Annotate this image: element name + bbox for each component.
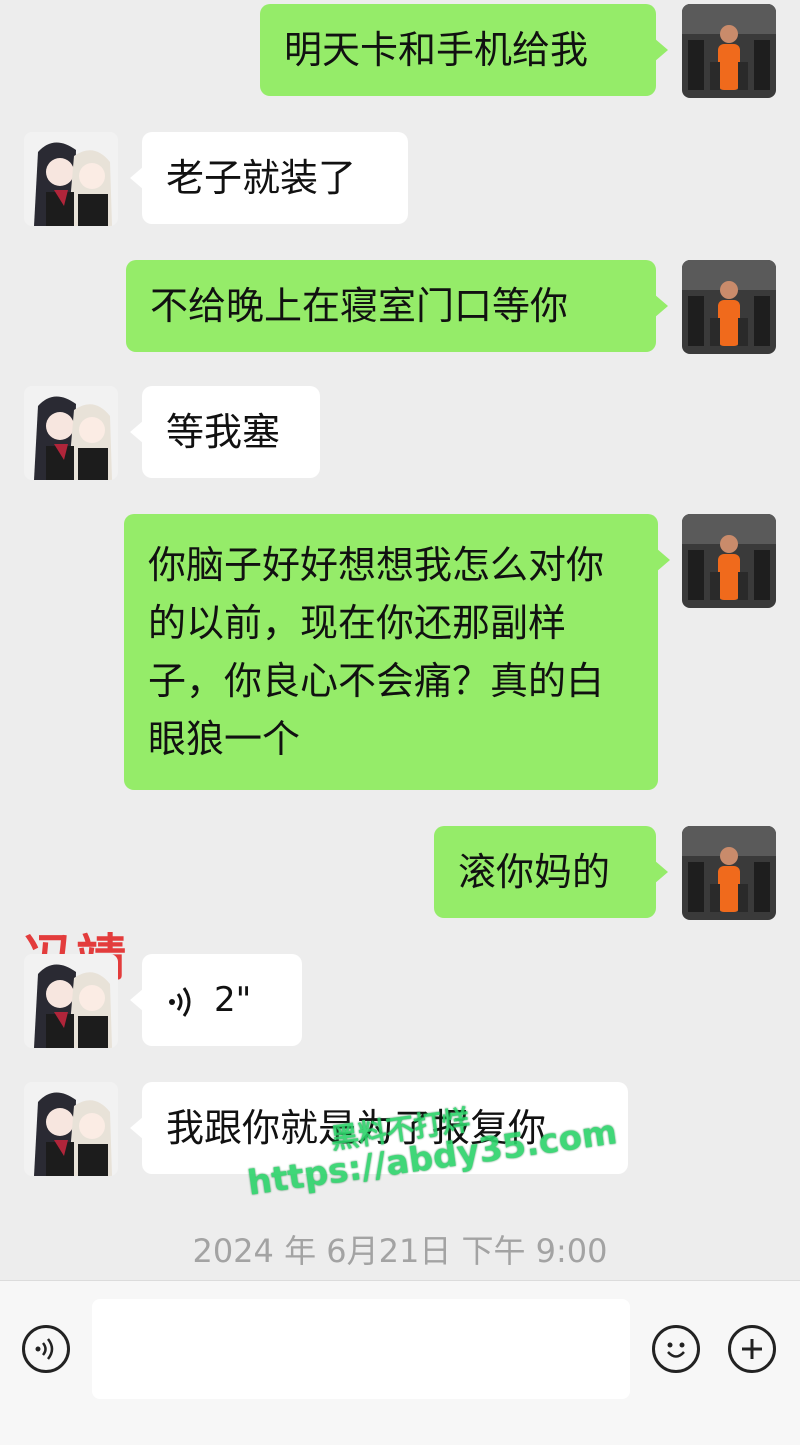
voice-message-bubble[interactable]: 2": [130, 954, 302, 1046]
emoji-button[interactable]: [652, 1325, 700, 1373]
message-text: 老子就装了: [166, 156, 357, 200]
my-message-bubble[interactable]: 不给晚上在寝室门口等你: [126, 260, 668, 352]
my-avatar[interactable]: [682, 260, 776, 354]
anime-avatar-image: [24, 1082, 118, 1176]
anime-avatar-image: [24, 132, 118, 226]
my-message-bubble[interactable]: 滚你妈的: [434, 826, 668, 918]
my-message-bubble[interactable]: 你脑子好好想想我怎么对你的以前，现在你还那副样子，你良心不会痛？真的白眼狼一个: [124, 514, 670, 790]
contact-avatar[interactable]: [24, 1082, 118, 1176]
chat-input-bar: [0, 1280, 800, 1445]
message-input[interactable]: [92, 1299, 630, 1399]
contact-message-bubble[interactable]: 等我塞: [130, 386, 320, 478]
voice-duration: 2": [214, 980, 252, 1020]
my-avatar[interactable]: [682, 826, 776, 920]
prisoner-avatar-image: [682, 4, 776, 98]
voice-icon: [35, 1338, 54, 1360]
emoji-icon: [667, 1342, 685, 1358]
my-message-bubble[interactable]: 明天卡和手机给我: [260, 4, 668, 96]
anime-avatar-image: [24, 954, 118, 1048]
message-text: 不给晚上在寝室门口等你: [150, 284, 569, 328]
voice-wave-icon: [166, 980, 196, 1020]
message-text: 明天卡和手机给我: [284, 28, 589, 72]
prisoner-avatar-image: [682, 514, 776, 608]
message-text: 等我塞: [166, 410, 281, 454]
my-avatar[interactable]: [682, 514, 776, 608]
contact-avatar[interactable]: [24, 954, 118, 1048]
message-timestamp: 2024 年 6月21日 下午 9:00: [192, 1232, 608, 1270]
voice-input-button[interactable]: [22, 1325, 70, 1373]
contact-avatar[interactable]: [24, 132, 118, 226]
message-text: 滚你妈的: [458, 850, 611, 894]
add-more-button[interactable]: [728, 1325, 776, 1373]
contact-avatar[interactable]: [24, 386, 118, 480]
contact-message-bubble[interactable]: 老子就装了: [130, 132, 408, 224]
plus-icon: [742, 1339, 762, 1359]
prisoner-avatar-image: [682, 826, 776, 920]
prisoner-avatar-image: [682, 260, 776, 354]
message-text: 你脑子好好想想我怎么对你的以前，现在你还那副样子，你良心不会痛？真的白眼狼一个: [148, 543, 605, 761]
anime-avatar-image: [24, 386, 118, 480]
my-avatar[interactable]: [682, 4, 776, 98]
